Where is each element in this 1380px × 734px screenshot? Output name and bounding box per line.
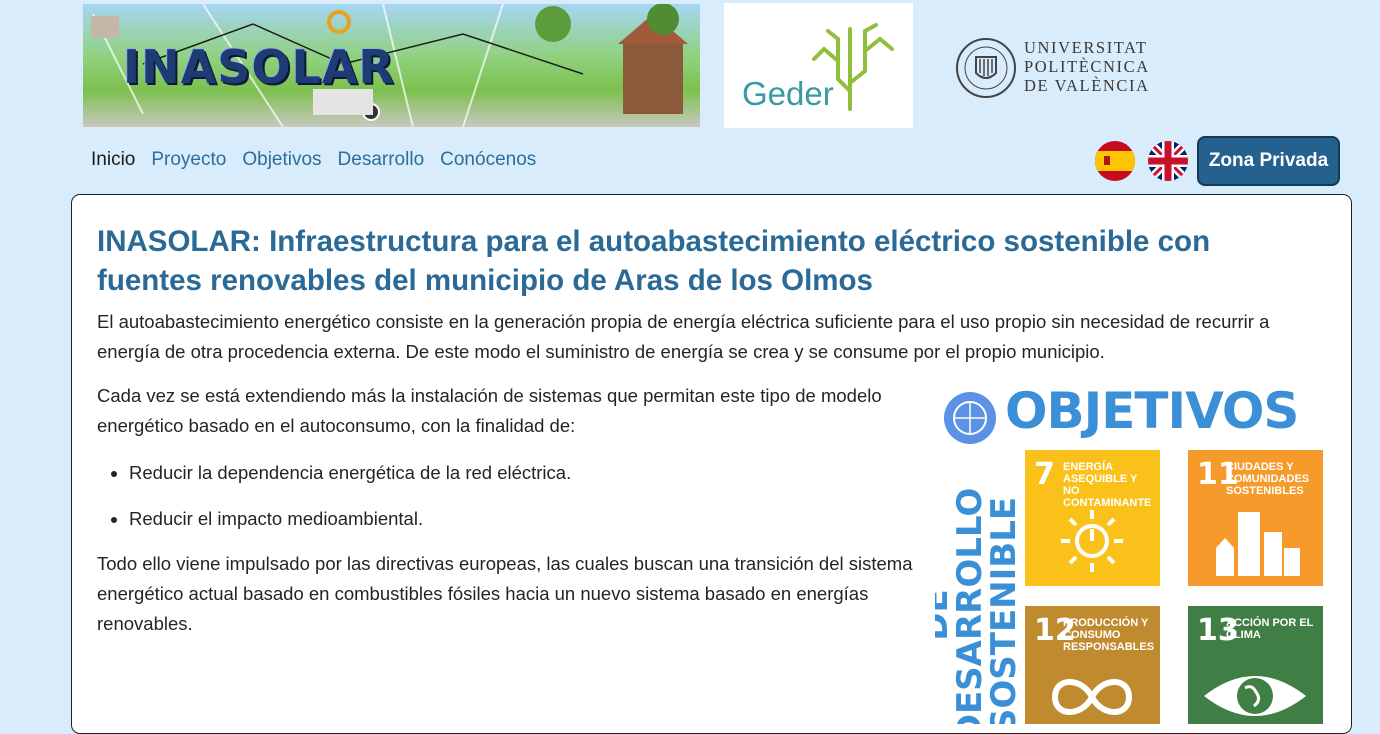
nav-item-inicio[interactable]: Inicio	[91, 149, 135, 171]
ods-image: OBJETIVOS DE DESARROLLO SOSTENIBLE 7 ENE…	[935, 380, 1330, 724]
infinity-icon	[1051, 679, 1133, 715]
ods-heading: OBJETIVOS	[1005, 382, 1299, 440]
sdg-label: ACCIÓN POR EL CLIMA	[1226, 617, 1314, 641]
sdg-label: CIUDADES Y COMUNIDADES SOSTENIBLES	[1226, 461, 1310, 497]
university-line-1: UNIVERSITAT	[1024, 38, 1148, 57]
autoconsumo-paragraph: Cada vez se está extendiendo más la inst…	[97, 385, 882, 436]
intro-paragraph: El autoabastecimiento energético consist…	[97, 311, 1270, 362]
city-buildings-icon	[1216, 512, 1300, 576]
university-seal-icon[interactable]	[955, 37, 1017, 99]
sdg-tile-13: 13 ACCIÓN POR EL CLIMA	[1188, 606, 1323, 724]
geder-logo[interactable]: Geder	[724, 3, 913, 128]
university-line-2: POLITÈCNICA	[1024, 57, 1150, 76]
sdg-label: ENERGÍA ASEQUIBLE Y NO CONTAMINANTE	[1063, 461, 1152, 509]
page-title: INASOLAR: Infraestructura para el autoab…	[97, 225, 1211, 297]
uk-flag-icon[interactable]	[1148, 141, 1188, 181]
eye-globe-icon	[1204, 676, 1306, 716]
spain-flag-icon[interactable]	[1095, 141, 1135, 181]
private-zone-button[interactable]: Zona Privada	[1197, 136, 1340, 186]
inasolar-banner[interactable]: INASOLAR	[83, 4, 700, 127]
university-line-3: DE VALÈNCIA	[1024, 76, 1150, 95]
sun-power-icon	[1061, 510, 1123, 572]
nav-item-proyecto[interactable]: Proyecto	[151, 149, 226, 171]
directives-paragraph: Todo ello viene impulsado por las direct…	[97, 553, 913, 634]
ods-vertical-text: DE DESARROLLO SOSTENIBLE	[935, 487, 1024, 724]
sdg-tile-7: 7 ENERGÍA ASEQUIBLE Y NO CONTAMINANTE	[1025, 450, 1160, 586]
university-name[interactable]: UNIVERSITAT POLITÈCNICA DE VALÈNCIA	[1024, 38, 1150, 95]
un-emblem-icon	[944, 392, 996, 444]
goals-list: Reducir la dependencia energética de la …	[97, 458, 571, 550]
sdg-number: 7	[1034, 457, 1055, 492]
main-nav: Inicio Proyecto Objetivos Desarrollo Con…	[91, 149, 552, 171]
list-item: Reducir el impacto medioambiental.	[129, 504, 571, 534]
nav-item-conocenos[interactable]: Conócenos	[440, 149, 536, 171]
sdg-tile-11: 11 CIUDADES Y COMUNIDADES SOSTENIBLES	[1188, 450, 1323, 586]
geder-logo-text: Geder	[742, 75, 834, 112]
nav-item-objetivos[interactable]: Objetivos	[242, 149, 321, 171]
sdg-label: PRODUCCIÓN Y CONSUMO RESPONSABLES	[1063, 617, 1155, 653]
nav-item-desarrollo[interactable]: Desarrollo	[338, 149, 425, 171]
list-item: Reducir la dependencia energética de la …	[129, 458, 571, 488]
banner-logo-text: INASOLAR	[123, 40, 395, 94]
sdg-tile-12: 12 PRODUCCIÓN Y CONSUMO RESPONSABLES	[1025, 606, 1160, 724]
